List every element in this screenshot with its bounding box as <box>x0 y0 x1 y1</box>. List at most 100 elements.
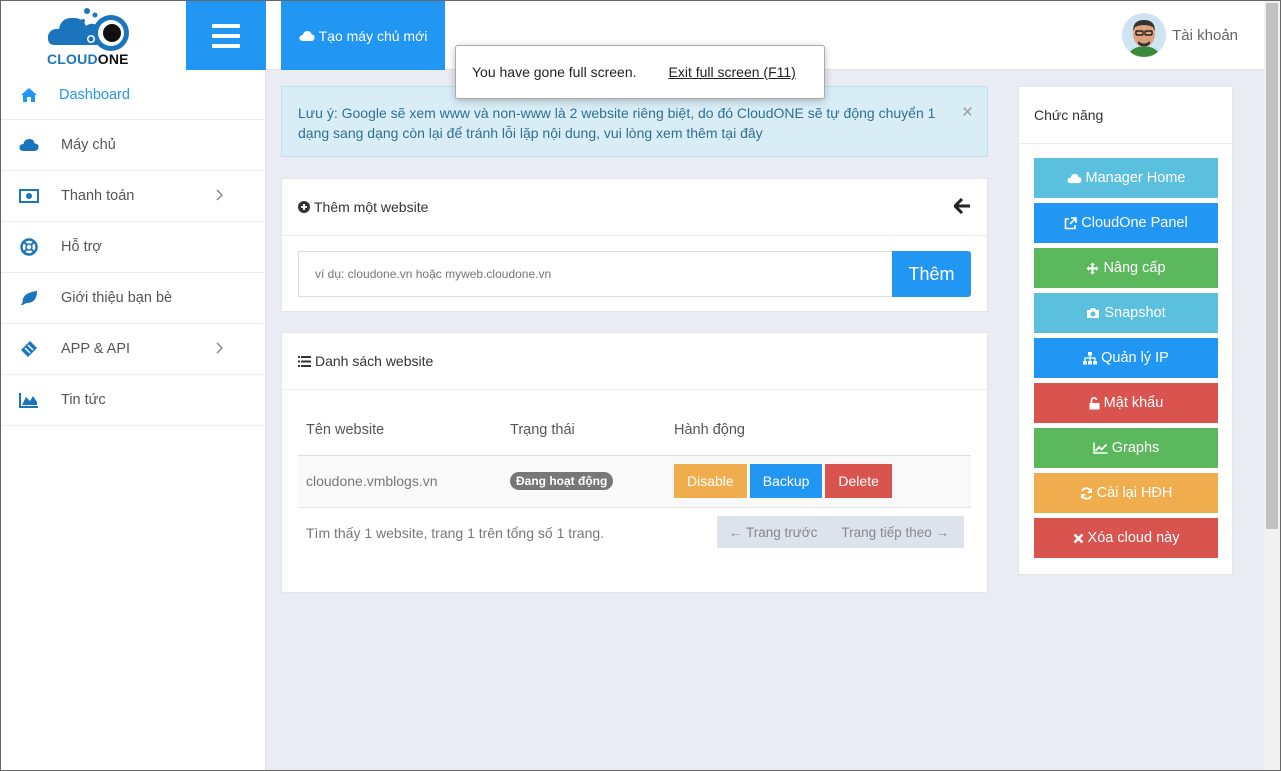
new-server-button[interactable]: Tạo máy chủ mới <box>281 1 445 70</box>
times-icon <box>1073 533 1083 543</box>
upgrade-button[interactable]: Nâng cấp <box>1034 248 1218 288</box>
page-scrollbar[interactable] <box>1264 1 1280 770</box>
add-website-button[interactable]: Thêm <box>892 251 971 297</box>
sitemap-icon <box>1083 351 1098 364</box>
ip-management-button[interactable]: Quản lý IP <box>1034 338 1218 378</box>
status-cell: Đang hoạt động <box>502 455 666 508</box>
sidebar-item-dashboard[interactable]: Dashboard <box>1 70 265 120</box>
sidebar-item-label: Thanh toán <box>61 188 135 204</box>
line-chart-icon <box>1092 442 1108 454</box>
panel-title: Thêm một website <box>314 199 429 215</box>
button-label: Mật khẩu <box>1103 395 1164 411</box>
button-label: Nâng cấp <box>1103 260 1166 276</box>
sidebar: Dashboard Máy chủ Thanh toán Hỗ trợ Giới… <box>1 70 266 770</box>
sidebar-item-support[interactable]: Hỗ trợ <box>1 222 265 273</box>
disable-button[interactable]: Disable <box>674 464 747 498</box>
fullscreen-message: You have gone full screen. <box>472 64 637 80</box>
sidebar-item-label: Máy chủ <box>61 137 116 153</box>
reinstall-os-button[interactable]: Cài lại HĐH <box>1034 473 1218 513</box>
external-link-icon <box>1064 216 1078 229</box>
cloud-icon <box>299 30 315 41</box>
button-label: CloudOne Panel <box>1081 215 1188 231</box>
website-name: cloudone.vmblogs.vn <box>298 455 502 508</box>
lifebuoy-icon <box>19 237 39 257</box>
sidebar-item-label: Giới thiệu bạn bè <box>61 290 173 306</box>
alert-close-button[interactable]: × <box>962 103 973 123</box>
button-label: Cài lại HĐH <box>1096 485 1173 501</box>
functions-list: Manager Home CloudOne Panel Nâng cấp Sna… <box>1034 158 1218 563</box>
button-label: Xóa cloud này <box>1087 530 1180 546</box>
table-header: Tên website Trạng thái Hành động <box>298 405 971 456</box>
functions-title: Chức năng <box>1019 87 1232 144</box>
website-list-panel: Danh sách website Tên website Trạng thái… <box>281 332 988 593</box>
functions-panel: Chức năng Manager Home CloudOne Panel Nâ… <box>1018 86 1233 575</box>
camera-icon <box>1087 308 1100 318</box>
column-header: Tên website <box>298 405 502 456</box>
account-label: Tài khoản <box>1172 26 1238 44</box>
cloud-logo-icon <box>47 8 129 51</box>
scrollbar-thumb[interactable] <box>1266 3 1278 529</box>
sidebar-item-app-api[interactable]: APP & API <box>1 324 265 375</box>
prev-page-button[interactable]: ← Trang trước <box>717 525 829 540</box>
pagination-summary: Tìm thấy 1 website, trang 1 trên tổng số… <box>306 525 605 541</box>
sidebar-item-billing[interactable]: Thanh toán <box>1 171 265 222</box>
add-website-form: Thêm <box>298 251 971 297</box>
column-header: Hành động <box>666 405 971 456</box>
new-server-label: Tạo máy chủ mới <box>318 27 428 44</box>
manager-home-button[interactable]: Manager Home <box>1034 158 1218 198</box>
panel-header: Danh sách website <box>282 333 987 390</box>
panel-title: Danh sách website <box>315 353 434 369</box>
column-header: Trạng thái <box>502 405 666 456</box>
button-label: Snapshot <box>1104 305 1166 321</box>
sidebar-item-label: Hỗ trợ <box>61 239 102 255</box>
list-icon <box>298 355 311 367</box>
exit-fullscreen-link[interactable]: Exit full screen (F11) <box>669 64 796 80</box>
cloud-icon <box>1067 173 1081 183</box>
unlock-icon <box>1089 396 1100 409</box>
graphs-button[interactable]: Graphs <box>1034 428 1218 468</box>
delete-button[interactable]: Delete <box>825 464 892 498</box>
pagination: ← Trang trước Trang tiếp theo → <box>717 516 964 548</box>
backup-button[interactable]: Backup <box>749 464 823 498</box>
button-label: Graphs <box>1111 440 1160 456</box>
add-website-panel: Thêm một website Thêm <box>281 178 988 312</box>
ticket-icon <box>19 339 39 359</box>
delete-cloud-button[interactable]: Xóa cloud này <box>1034 518 1218 558</box>
chevron-right-icon <box>215 342 224 358</box>
menu-toggle-button[interactable] <box>186 1 266 70</box>
cloudone-panel-button[interactable]: CloudOne Panel <box>1034 203 1218 243</box>
area-chart-icon <box>19 390 39 410</box>
website-input[interactable] <box>298 251 892 297</box>
password-button[interactable]: Mật khẩu <box>1034 383 1218 423</box>
sidebar-item-label: Tin tức <box>61 392 106 408</box>
website-table: Tên website Trạng thái Hành động cloudon… <box>298 405 971 508</box>
money-icon <box>19 186 39 206</box>
arrow-left-icon[interactable] <box>952 197 971 217</box>
snapshot-button[interactable]: Snapshot <box>1034 293 1218 333</box>
account-menu[interactable]: Tài khoản <box>1122 13 1238 57</box>
panel-header: Thêm một website <box>282 179 987 236</box>
hamburger-icon <box>212 23 240 28</box>
fullscreen-notice: You have gone full screen. Exit full scr… <box>455 45 825 99</box>
avatar <box>1122 13 1167 57</box>
plus-circle-icon <box>298 201 310 213</box>
arrows-icon <box>1086 262 1099 274</box>
sidebar-item-label: APP & API <box>61 341 131 357</box>
actions-cell: Disable Backup Delete <box>666 455 971 508</box>
sidebar-item-news[interactable]: Tin tức <box>1 375 265 426</box>
alert-text: Lưu ý: Google sẽ xem www và non-www là 2… <box>298 105 936 141</box>
chevron-right-icon <box>215 189 224 205</box>
button-label: Quản lý IP <box>1101 350 1169 366</box>
button-label: Manager Home <box>1085 170 1186 186</box>
next-page-button[interactable]: Trang tiếp theo → <box>829 525 961 540</box>
refresh-icon <box>1080 486 1092 500</box>
sidebar-item-referral[interactable]: Giới thiệu bạn bè <box>1 273 265 324</box>
sidebar-item-servers[interactable]: Máy chủ <box>1 120 265 171</box>
status-badge: Đang hoạt động <box>510 472 614 490</box>
sidebar-item-label: Dashboard <box>59 86 130 103</box>
home-icon <box>19 85 39 105</box>
logo-text: CLOUDONE <box>47 51 129 67</box>
cloud-icon <box>19 135 39 155</box>
logo[interactable]: CLOUDONE <box>1 1 186 70</box>
leaf-icon <box>19 288 39 308</box>
